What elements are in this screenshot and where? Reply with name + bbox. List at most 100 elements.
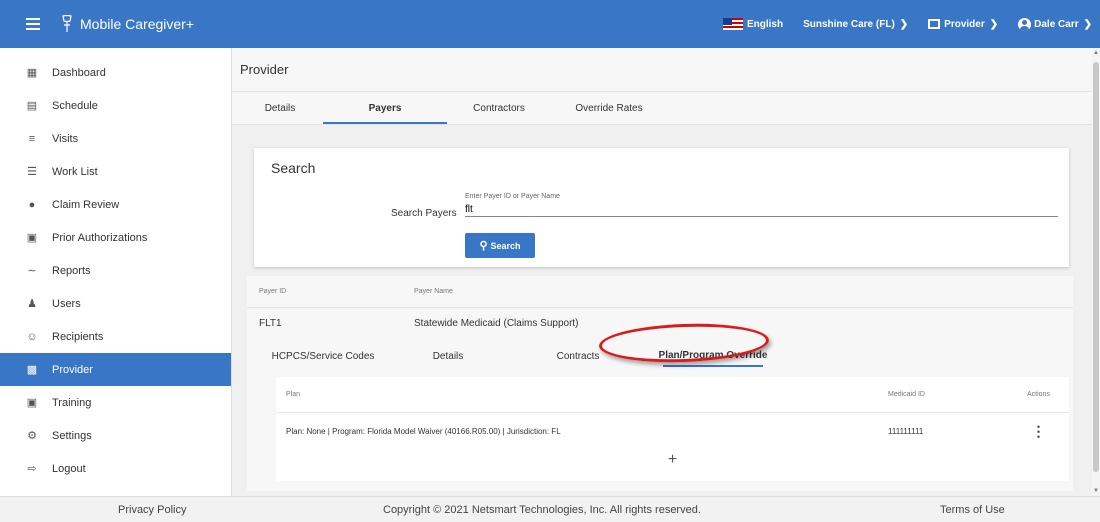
sidebar-item-claim-review[interactable]: ● Claim Review	[0, 188, 231, 221]
payer-name-cell: Statewide Medicaid (Claims Support)	[414, 318, 579, 329]
user-dropdown[interactable]: Dale Carr ❯	[1018, 17, 1092, 31]
calendar-icon: ▣	[26, 232, 38, 244]
subtab-contracts[interactable]: Contracts	[513, 351, 643, 362]
sidebar-item-training[interactable]: ▣ Training	[0, 386, 231, 419]
payer-id-header: Payer ID	[259, 288, 287, 295]
sidebar-item-settings[interactable]: ⚙ Settings	[0, 419, 231, 452]
tab-override-rates[interactable]: Override Rates	[551, 92, 667, 124]
sidebar-item-label: Settings	[52, 429, 92, 442]
more-vert-icon[interactable]: ⋮	[1032, 423, 1046, 439]
sidebar-item-label: Provider	[52, 363, 93, 376]
sidebar-item-label: Claim Review	[52, 198, 120, 211]
payer-subtabs: HCPCS/Service Codes Details Contracts Pl…	[259, 339, 1069, 373]
search-icon: ⚲	[479, 240, 488, 252]
agency-dropdown[interactable]: Sunshine Care (FL) ❯	[803, 19, 908, 30]
language-label: English	[746, 18, 784, 30]
sidebar-item-dashboard[interactable]: ▦ Dashboard	[0, 56, 231, 89]
alert-icon: ●	[28, 198, 36, 211]
actions-header: Actions	[1027, 391, 1050, 398]
visits-icon: ≡	[28, 132, 36, 145]
sidebar-item-work-list[interactable]: ☰ Work List	[0, 155, 231, 188]
sidebar-item-label: Users	[52, 297, 81, 310]
main-content: Provider Details Payers Contractors Over…	[232, 48, 1092, 496]
plan-table-header: Plan Medicaid ID Actions	[276, 377, 1069, 413]
footer: Privacy Policy Copyright © 2021 Netsmart…	[0, 496, 1100, 522]
sidebar-item-prior-authorizations[interactable]: ▣ Prior Authorizations	[0, 221, 231, 254]
scroll-down-icon[interactable]: ▼	[1092, 488, 1100, 494]
subtab-details[interactable]: Details	[383, 351, 513, 362]
account-circle-icon	[1018, 17, 1032, 31]
agency-label: Sunshine Care (FL)	[803, 18, 895, 30]
terms-of-use-link[interactable]: Terms of Use	[940, 504, 1005, 516]
sidebar-item-provider[interactable]: ▩ Provider	[0, 353, 231, 386]
provider-card-icon	[928, 19, 941, 29]
sidebar-item-label: Recipients	[52, 330, 104, 343]
list-icon: ☰	[27, 166, 37, 178]
plan-table-card: Plan Medicaid ID Actions Plan: None | Pr…	[276, 377, 1069, 481]
tab-contractors[interactable]: Contractors	[447, 92, 551, 124]
menu-icon[interactable]	[26, 18, 40, 30]
payer-id-cell: FLT1	[259, 318, 282, 329]
payer-name-header: Payer Name	[414, 288, 453, 295]
payer-results: Payer ID Payer Name FLT1 Statewide Medic…	[247, 276, 1073, 491]
chevron-down-icon: ❯	[989, 18, 999, 30]
sidebar-item-label: Dashboard	[52, 66, 106, 79]
page-scrollbar[interactable]: ▲ ▼	[1092, 48, 1100, 496]
sidebar-item-label: Prior Authorizations	[52, 231, 148, 244]
search-title: Search	[271, 160, 316, 176]
medicaid-id-header: Medicaid ID	[888, 391, 925, 398]
scroll-up-icon[interactable]: ▲	[1092, 50, 1100, 56]
search-payers-label: Search Payers	[391, 208, 457, 219]
sidebar-item-schedule[interactable]: ▤ Schedule	[0, 89, 231, 122]
sidebar-item-logout[interactable]: ⇨ Logout	[0, 452, 231, 485]
chevron-down-icon: ❯	[1083, 18, 1092, 30]
sidebar-item-visits[interactable]: ≡ Visits	[0, 122, 231, 155]
table-row[interactable]: FLT1 Statewide Medicaid (Claims Support)	[247, 308, 1073, 339]
dashboard-icon: ▦	[26, 67, 38, 79]
search-card: Search Search Payers Enter Payer ID or P…	[254, 148, 1069, 267]
copyright-text: Copyright © 2021 Netsmart Technologies, …	[383, 504, 701, 516]
logout-icon: ⇨	[27, 463, 37, 475]
sidebar-item-label: Training	[52, 396, 92, 409]
user-name: Dale Carr	[1034, 18, 1079, 30]
sidebar-nav: ▦ Dashboard ▤ Schedule ≡ Visits ☰ Work L…	[0, 48, 232, 496]
sidebar-item-label: Visits	[52, 132, 79, 145]
top-app-bar: Mobile Caregiver+ English Sunshine Care …	[0, 0, 1100, 48]
results-header: Payer ID Payer Name	[247, 276, 1073, 308]
sidebar-item-label: Schedule	[52, 99, 98, 112]
add-plan-button[interactable]: +	[276, 451, 1069, 469]
role-dropdown[interactable]: Provider ❯	[928, 19, 998, 30]
medicaid-id-cell: 111111111	[888, 426, 924, 436]
recipients-icon: ☺	[26, 330, 38, 343]
users-icon: ♟	[27, 298, 37, 310]
sidebar-item-label: Reports	[52, 264, 91, 277]
schedule-icon: ▤	[26, 100, 38, 112]
app-title: Mobile Caregiver+	[80, 16, 194, 32]
sidebar-item-label: Work List	[52, 165, 98, 178]
gear-icon: ⚙	[27, 430, 37, 442]
sidebar-item-label: Logout	[52, 462, 86, 475]
search-button-label: Search	[490, 240, 521, 251]
tab-details[interactable]: Details	[237, 92, 323, 124]
plan-header: Plan	[286, 391, 301, 398]
payer-search-input[interactable]	[465, 202, 1058, 217]
language-selector[interactable]: English	[722, 18, 784, 30]
sidebar-item-recipients[interactable]: ☺ Recipients	[0, 320, 231, 353]
training-icon: ▣	[26, 397, 38, 409]
table-row: Plan: None | Program: Florida Model Waiv…	[276, 413, 1069, 449]
provider-tabs: Details Payers Contractors Override Rate…	[232, 92, 1092, 125]
sidebar-item-users[interactable]: ♟ Users	[0, 287, 231, 320]
chart-icon: ∼	[27, 265, 37, 277]
page-title: Provider	[232, 48, 1092, 92]
subtab-hcpcs-service-codes[interactable]: HCPCS/Service Codes	[263, 351, 383, 362]
scroll-thumb[interactable]	[1093, 62, 1099, 472]
search-button[interactable]: ⚲ Search	[465, 233, 535, 258]
tab-payers[interactable]: Payers	[323, 92, 447, 124]
search-field-hint: Enter Payer ID or Payer Name	[465, 193, 560, 200]
us-flag-icon	[722, 18, 743, 30]
caregiver-logo-icon	[62, 15, 72, 32]
privacy-policy-link[interactable]: Privacy Policy	[118, 504, 186, 516]
app-brand[interactable]: Mobile Caregiver+	[60, 15, 194, 33]
subtab-plan-program-override[interactable]: Plan/Program Override	[643, 339, 783, 373]
sidebar-item-reports[interactable]: ∼ Reports	[0, 254, 231, 287]
